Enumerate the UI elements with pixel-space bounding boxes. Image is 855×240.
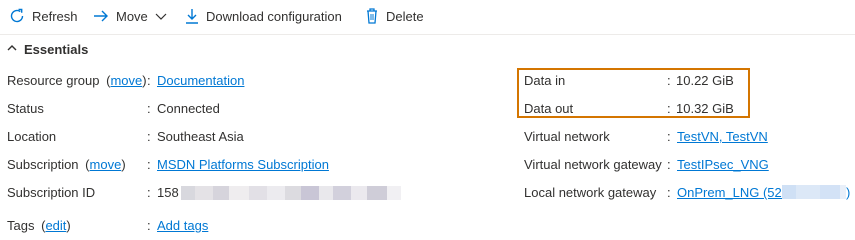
virtual-network-gateway-label: Virtual network gateway: [524, 157, 662, 172]
subscription-value-link[interactable]: MSDN Platforms Subscription: [157, 157, 329, 172]
close-paren: ): [846, 185, 851, 200]
essentials-toggle[interactable]: Essentials: [6, 39, 88, 59]
data-out-label: Data out: [524, 101, 574, 116]
chevron-up-icon: [6, 42, 18, 57]
refresh-icon: [8, 7, 26, 25]
data-out-value: 10.32 GiB: [676, 101, 734, 116]
location-label: Location: [7, 129, 57, 144]
local-network-gateway-label: Local network gateway: [524, 185, 657, 200]
trash-icon: [364, 7, 380, 25]
delete-button[interactable]: Delete: [364, 4, 424, 28]
move-resource-group-link[interactable]: move: [110, 73, 142, 88]
colon: :: [667, 185, 671, 200]
resource-group-label: Resource group: [7, 73, 100, 88]
virtual-network-label: Virtual network: [524, 129, 610, 144]
resource-group-row: Resource group (move): [7, 73, 147, 88]
download-configuration-button[interactable]: Download configuration: [184, 4, 342, 28]
colon: :: [147, 129, 151, 144]
tags-label: Tags: [7, 218, 35, 233]
data-in-value: 10.22 GiB: [676, 73, 734, 88]
chevron-down-icon: [154, 9, 168, 23]
data-in-label: Data in: [524, 73, 566, 88]
colon: :: [147, 218, 151, 233]
download-icon: [184, 7, 200, 25]
virtual-network-link[interactable]: TestVN, TestVN: [677, 129, 768, 144]
colon: :: [147, 101, 151, 116]
subscription-id-value: 158: [157, 185, 179, 200]
colon: :: [147, 73, 151, 88]
location-value: Southeast Asia: [157, 129, 244, 144]
refresh-label: Refresh: [32, 8, 78, 24]
move-label: Move: [116, 8, 148, 24]
delete-label: Delete: [386, 8, 424, 24]
edit-tags-link[interactable]: edit: [45, 218, 66, 233]
colon: :: [667, 101, 671, 116]
subscription-id-label: Subscription ID: [7, 185, 96, 200]
colon: :: [147, 185, 151, 200]
resource-group-value-link[interactable]: Documentation: [157, 73, 244, 88]
close-paren: ): [121, 157, 126, 172]
local-network-gateway-link[interactable]: OnPrem_LNG (52.: [677, 185, 785, 200]
subscription-row: Subscription (move): [7, 157, 126, 172]
status-label: Status: [7, 101, 44, 116]
refresh-button[interactable]: Refresh: [8, 4, 78, 28]
subscription-label: Subscription: [7, 157, 79, 172]
download-label: Download configuration: [206, 8, 342, 24]
colon: :: [147, 157, 151, 172]
arrow-right-icon: [92, 7, 110, 25]
tags-row: Tags (edit): [7, 218, 71, 233]
colon: :: [667, 129, 671, 144]
essentials-title: Essentials: [24, 41, 89, 57]
status-value: Connected: [157, 101, 220, 116]
close-paren: ): [66, 218, 71, 233]
virtual-network-gateway-link[interactable]: TestIPsec_VNG: [677, 157, 769, 172]
toolbar-divider: [0, 34, 855, 35]
close-paren: ): [142, 73, 147, 88]
move-button[interactable]: Move: [92, 4, 168, 28]
colon: :: [667, 157, 671, 172]
move-subscription-link[interactable]: move: [90, 157, 122, 172]
add-tags-link[interactable]: Add tags: [157, 218, 208, 233]
colon: :: [667, 73, 671, 88]
